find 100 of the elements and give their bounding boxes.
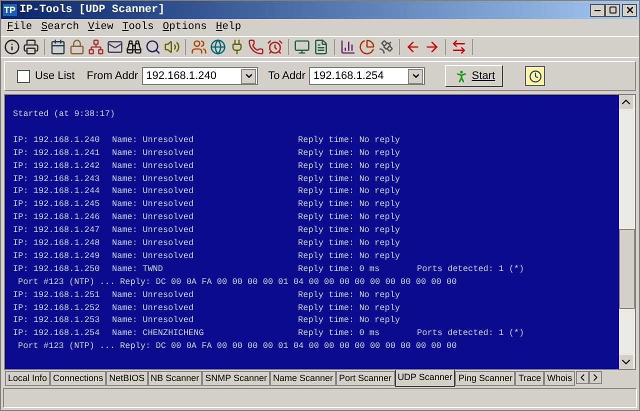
reply-time: Reply time: No reply xyxy=(298,146,402,160)
tab[interactable]: Port Scanner xyxy=(336,371,395,386)
menu-item[interactable]: Search xyxy=(41,20,80,36)
globe-icon[interactable] xyxy=(210,39,226,55)
ip-address: IP: 192.168.1.240 xyxy=(13,134,101,147)
to-addr-label: To Addr xyxy=(268,68,306,84)
close-icon xyxy=(624,5,634,15)
info-icon[interactable] xyxy=(4,39,20,55)
host-name: Name: Unresolved xyxy=(112,302,195,314)
binoculars-icon[interactable] xyxy=(126,39,142,55)
tab[interactable]: Connections xyxy=(50,371,106,386)
tab-scroll-left-icon[interactable] xyxy=(576,371,590,384)
tab-scroll-right-icon[interactable] xyxy=(589,371,602,384)
users-icon[interactable] xyxy=(191,39,207,55)
menu-item[interactable]: View xyxy=(88,20,114,36)
host-name: Name: Unresolved xyxy=(112,160,195,173)
address-value: 192.168.1.254 xyxy=(312,68,385,84)
ports-detected: Ports detected: 1 (*) xyxy=(417,262,524,276)
close-button[interactable] xyxy=(622,4,637,16)
tab[interactable]: Name Scanner xyxy=(270,371,336,386)
host-name: Name: TWND xyxy=(112,262,164,276)
host-name: Name: Unresolved xyxy=(112,146,195,160)
window-title: IP-Tools [UDP Scanner] xyxy=(20,2,166,18)
alarm-clock-icon[interactable] xyxy=(267,39,283,55)
host-name: Name: Unresolved xyxy=(112,314,195,328)
calendar-icon[interactable] xyxy=(50,39,66,55)
network-icon[interactable] xyxy=(88,39,104,55)
pie-chart-icon[interactable] xyxy=(359,39,375,55)
tab[interactable]: Local Info xyxy=(5,371,50,386)
ip-address: IP: 192.168.1.241 xyxy=(13,146,101,160)
reply-time: Reply time: No reply xyxy=(298,160,402,173)
tab[interactable]: NetBIOS xyxy=(106,371,148,386)
menu-item[interactable]: Help xyxy=(216,20,242,36)
reply-time: Reply time: No reply xyxy=(298,198,402,212)
tab[interactable]: SNMP Scanner xyxy=(202,371,270,386)
host-name: Name: Unresolved xyxy=(112,185,195,198)
ip-address: IP: 192.168.1.246 xyxy=(13,211,101,224)
ip-address: IP: 192.168.1.254 xyxy=(13,327,101,340)
menu-item[interactable]: File xyxy=(7,20,32,36)
tab[interactable]: Whois xyxy=(544,371,576,386)
mail-icon[interactable] xyxy=(107,39,123,55)
reply-time: Reply time: No reply xyxy=(298,237,402,250)
app-icon: TP xyxy=(3,4,17,16)
port-reply: Port #123 (NTP) ... Reply: DC 00 0A FA 00 00 00 00 01 04 00 00 00 00 00 00 00 00 00 00 xyxy=(17,340,457,354)
phone-icon[interactable] xyxy=(248,39,264,55)
schedule-button[interactable] xyxy=(525,66,546,86)
reply-time: Reply time: No reply xyxy=(298,250,402,263)
scrollbar[interactable] xyxy=(619,95,635,369)
ip-address: IP: 192.168.1.243 xyxy=(13,172,101,186)
address-combo[interactable]: 192.168.1.254 xyxy=(309,67,426,85)
reply-time: Reply time: No reply xyxy=(298,185,402,198)
reply-time: Reply time: No reply xyxy=(298,211,402,224)
printer-icon[interactable] xyxy=(23,39,39,55)
menu-item[interactable]: Options xyxy=(162,20,207,36)
document-icon[interactable] xyxy=(313,39,329,55)
host-name: Name: Unresolved xyxy=(112,198,195,212)
reply-time: Reply time: 0 ms xyxy=(298,327,381,340)
scroll-down-icon[interactable] xyxy=(619,355,633,369)
ip-address: IP: 192.168.1.245 xyxy=(13,198,101,212)
ip-address: IP: 192.168.1.248 xyxy=(13,237,101,250)
tab[interactable]: UDP Scanner xyxy=(394,370,456,387)
port-reply: Port #123 (NTP) ... Reply: DC 00 0A FA 00 00 00 00 01 04 00 00 00 00 00 00 00 00 00 00 xyxy=(17,276,457,289)
chart-icon[interactable] xyxy=(340,39,356,55)
host-name: Name: CHENZHICHENG xyxy=(112,327,205,340)
lock-icon[interactable] xyxy=(69,39,85,55)
use-list-checkbox[interactable] xyxy=(17,70,30,82)
ip-address: IP: 192.168.1.253 xyxy=(13,314,101,328)
ip-address: IP: 192.168.1.251 xyxy=(13,288,101,302)
monitor-icon[interactable] xyxy=(294,39,310,55)
host-name: Name: Unresolved xyxy=(112,288,195,302)
ip-address: IP: 192.168.1.249 xyxy=(13,250,101,263)
scroll-thumb[interactable] xyxy=(619,229,635,309)
scroll-up-icon[interactable] xyxy=(619,95,633,109)
reply-time: Reply time: No reply xyxy=(298,134,402,147)
address-combo[interactable]: 192.168.1.240 xyxy=(142,67,258,85)
ports-detected: Ports detected: 1 (*) xyxy=(417,327,524,340)
ip-address: IP: 192.168.1.247 xyxy=(13,224,101,238)
host-name: Name: Unresolved xyxy=(112,172,195,186)
menu-item[interactable]: Tools xyxy=(122,20,154,36)
tab[interactable]: Trace xyxy=(515,371,544,386)
minimize-button[interactable] xyxy=(590,4,605,16)
tab[interactable]: NB Scanner xyxy=(148,371,202,386)
ip-address: IP: 192.168.1.244 xyxy=(13,185,101,198)
start-button[interactable]: Start xyxy=(445,65,504,87)
address-value: 192.168.1.240 xyxy=(145,68,218,84)
maximize-icon xyxy=(608,6,616,14)
arrow-right-icon[interactable] xyxy=(424,39,440,55)
host-name: Name: Unresolved xyxy=(112,224,195,238)
reply-time: Reply time: No reply xyxy=(298,172,402,186)
clock-icon xyxy=(528,70,542,82)
speaker-icon[interactable] xyxy=(164,39,180,55)
arrow-left-icon[interactable] xyxy=(405,39,421,55)
tab[interactable]: Ping Scanner xyxy=(455,371,516,386)
host-name: Name: Unresolved xyxy=(112,134,195,147)
maximize-button[interactable] xyxy=(605,4,620,16)
satellite-dish-icon[interactable] xyxy=(378,39,394,55)
use-list-label: Use List xyxy=(35,68,75,84)
arrows-swap-icon[interactable] xyxy=(451,39,467,55)
search-icon[interactable] xyxy=(145,39,161,55)
host-name: Name: Unresolved xyxy=(112,211,195,224)
